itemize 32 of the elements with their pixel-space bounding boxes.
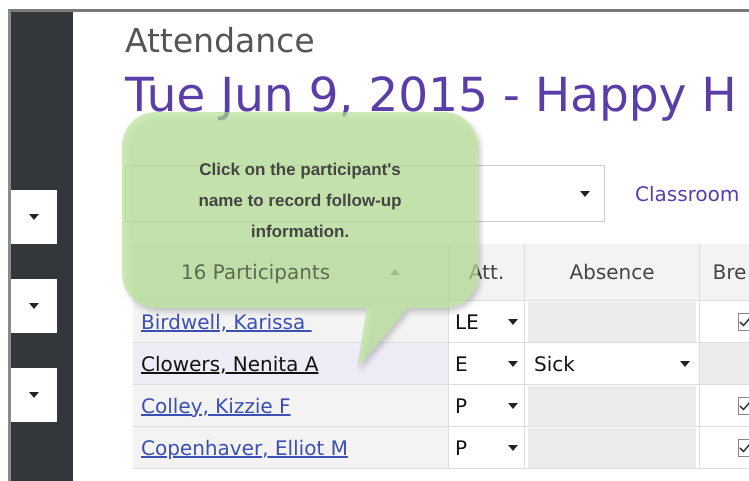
- participant-link[interactable]: Birdwell, Karissa: [141, 310, 312, 334]
- classroom-link[interactable]: Classroom: [635, 182, 740, 206]
- check-icon: [739, 316, 749, 326]
- breakfast-checkbox[interactable]: [738, 312, 749, 330]
- column-label: Att.: [468, 260, 504, 284]
- caret-icon: [29, 214, 39, 220]
- caret-icon: [29, 392, 39, 398]
- column-label: Bre: [712, 260, 746, 284]
- caret-icon: [508, 402, 518, 408]
- breakfast-checkbox[interactable]: [738, 438, 749, 456]
- column-header[interactable]: 16 Participants: [133, 244, 449, 301]
- caret-icon: [580, 190, 590, 196]
- column-header[interactable]: Bre: [700, 244, 749, 301]
- column-label: 16 Participants: [180, 260, 330, 284]
- callout-text: Click on the participant's name to record follow-up information.: [197, 158, 403, 242]
- caret-icon: [680, 360, 690, 366]
- caret-icon: [508, 360, 518, 366]
- event-title: Tue Jun 9, 2015 - Happy H: [125, 68, 738, 123]
- check-icon: [739, 442, 749, 452]
- caret-icon: [29, 303, 39, 309]
- page-title: Attendance: [125, 21, 316, 60]
- participant-link[interactable]: Colley, Kizzie F: [141, 394, 291, 418]
- sort-icon: [390, 269, 400, 275]
- check-icon: [739, 400, 749, 410]
- column-header[interactable]: Absence: [525, 244, 700, 301]
- column-header[interactable]: Att.: [449, 244, 525, 301]
- caret-icon: [508, 318, 518, 324]
- breakfast-checkbox[interactable]: [738, 396, 749, 414]
- participant-link[interactable]: Clowers, Nenita A: [141, 352, 318, 376]
- caret-icon: [508, 444, 518, 450]
- column-label: Absence: [569, 260, 655, 284]
- participant-link[interactable]: Copenhaver, Elliot M: [141, 436, 348, 460]
